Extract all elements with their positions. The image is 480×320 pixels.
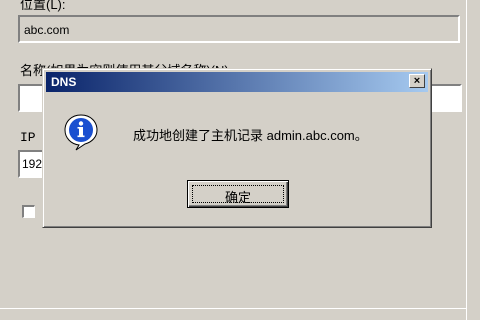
dialog-right-edge — [466, 0, 480, 320]
dns-message-box: DNS × 成功地创建了主机记录 admin.abc.com。 确定 — [42, 68, 432, 228]
ok-button-label: 确定 — [224, 190, 251, 205]
message-box-title: DNS — [51, 75, 77, 89]
info-icon — [63, 113, 99, 151]
close-icon: × — [413, 75, 421, 87]
location-value: abc.com — [24, 23, 70, 37]
location-label: 位置(L): — [20, 0, 66, 12]
background-checkbox[interactable] — [22, 205, 35, 218]
message-text: 成功地创建了主机记录 admin.abc.com。 — [133, 128, 368, 143]
ip-label: IP — [20, 130, 36, 145]
title-bar[interactable]: DNS × — [46, 72, 428, 92]
close-button[interactable]: × — [409, 74, 425, 88]
location-field: abc.com — [18, 15, 460, 43]
ok-button[interactable]: 确定 — [187, 180, 289, 208]
ip-value: 192 — [22, 157, 43, 171]
dialog-bottom-edge — [0, 308, 466, 320]
